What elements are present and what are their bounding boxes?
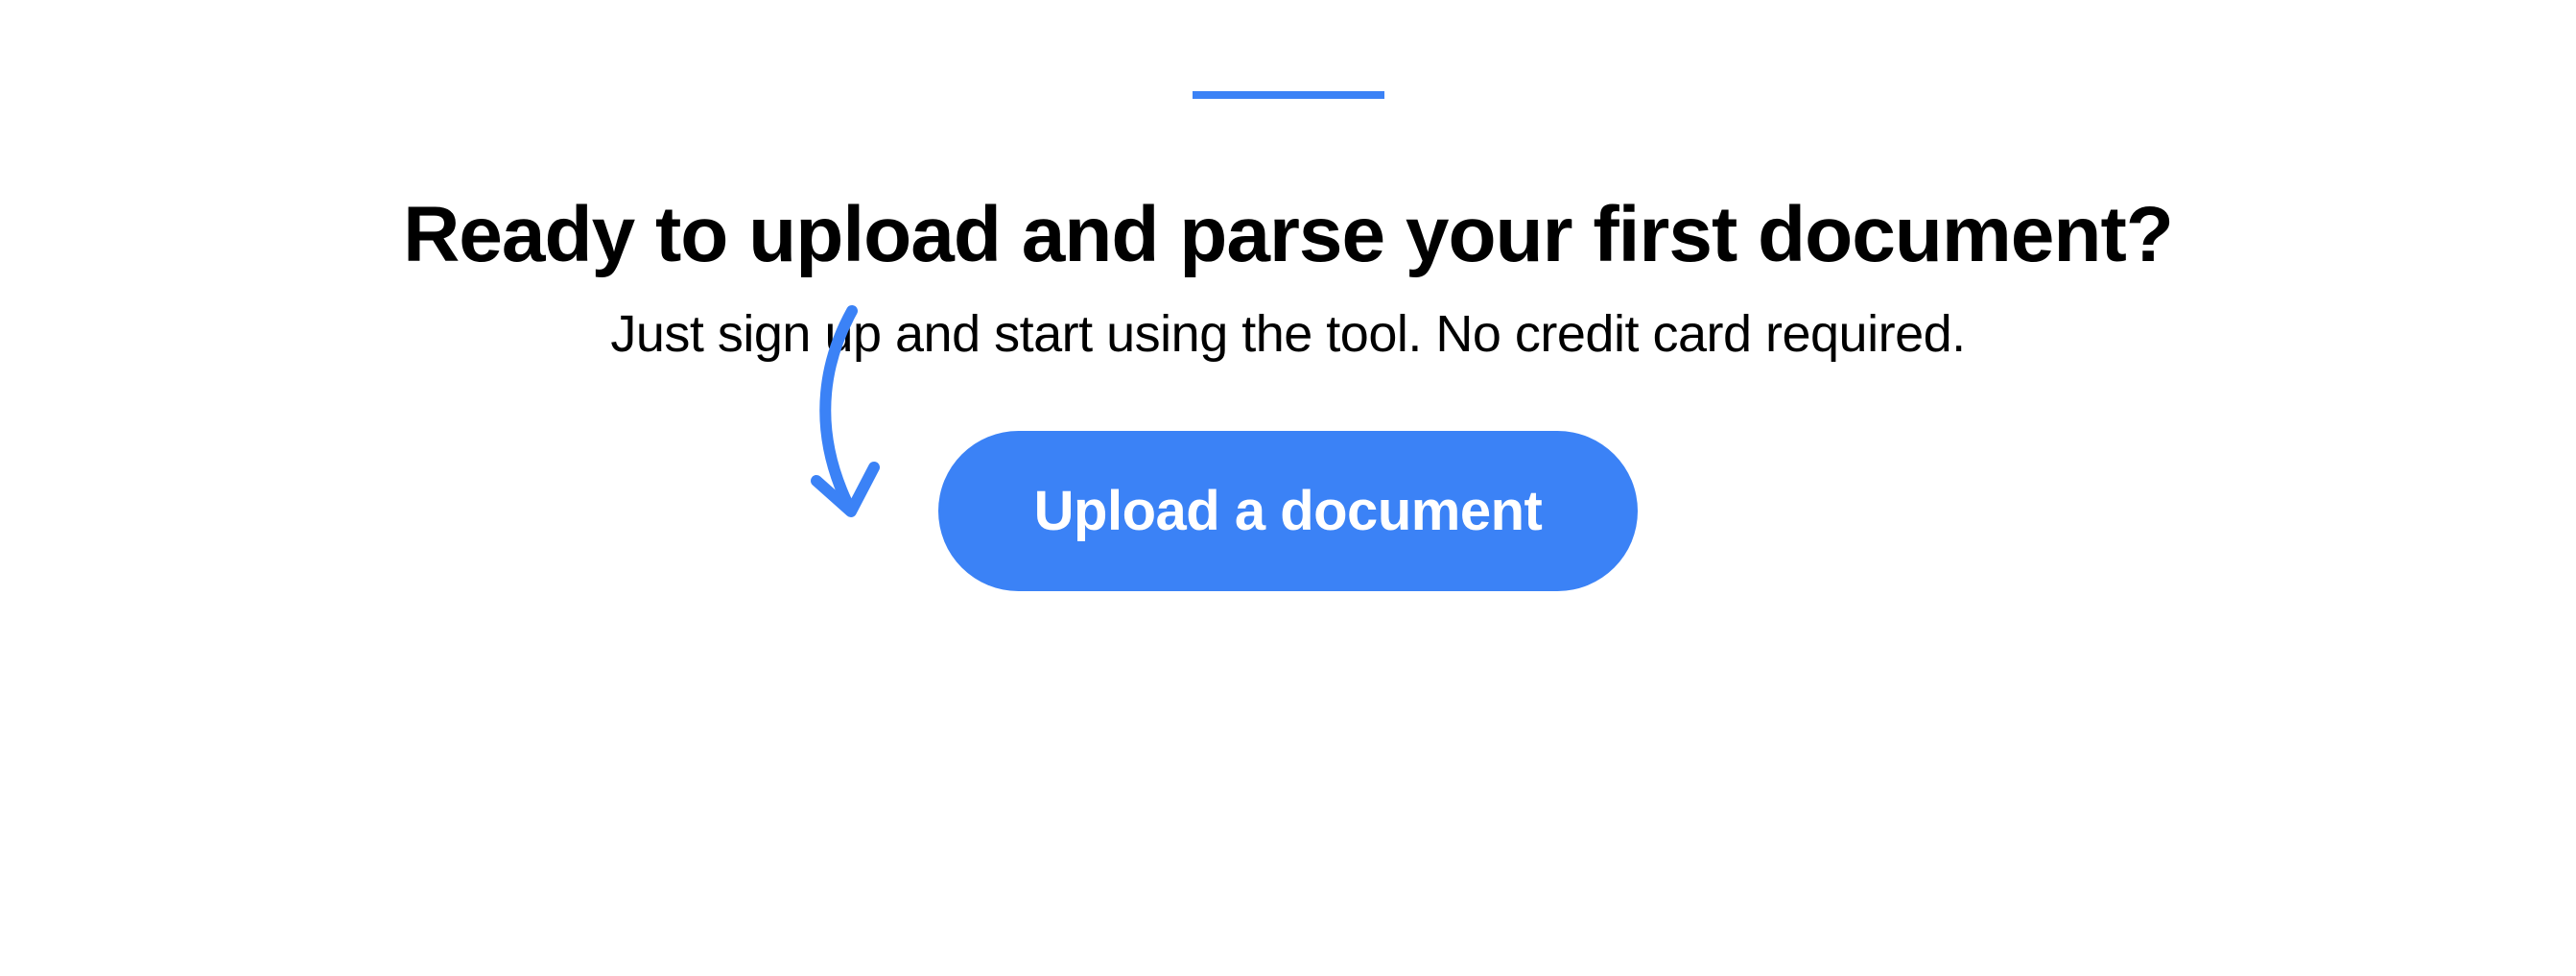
upload-document-button[interactable]: Upload a document [938,431,1639,591]
accent-divider [1193,91,1384,99]
curved-arrow-icon [761,297,914,551]
cta-heading: Ready to upload and parse your first doc… [403,190,2173,280]
cta-container: Upload a document [938,431,1639,591]
